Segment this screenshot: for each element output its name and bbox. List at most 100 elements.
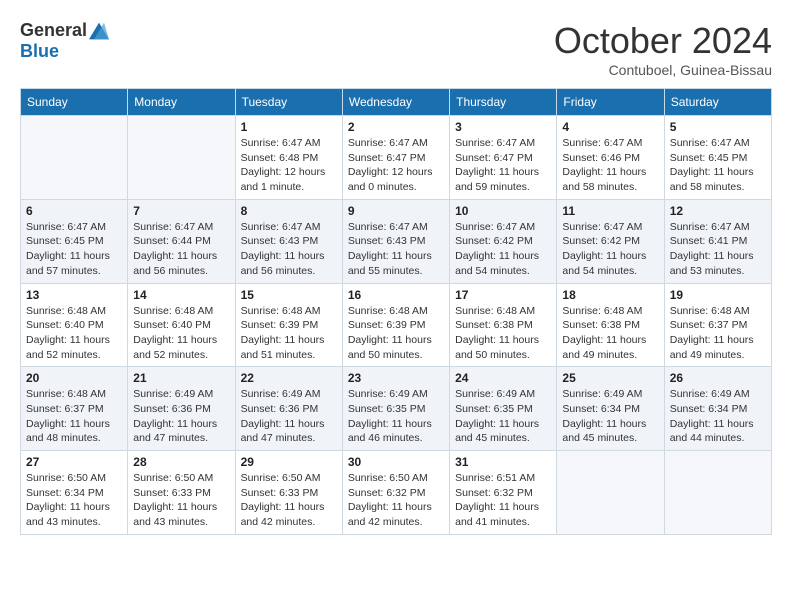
day-number: 10: [455, 204, 551, 218]
calendar-cell: 16Sunrise: 6:48 AM Sunset: 6:39 PM Dayli…: [342, 283, 449, 367]
day-number: 26: [670, 371, 766, 385]
calendar-cell: 19 Sunrise: 6:48 AM Sunset: 6:37 PM Dayli…: [664, 283, 771, 367]
day-info: Sunrise: 6:49 AM Sunset: 6:36 PM Dayligh…: [241, 387, 337, 446]
day-info: Sunrise: 6:51 AM Sunset: 6:32 PM Dayligh…: [455, 471, 551, 530]
day-number: 12: [670, 204, 766, 218]
day-number: 19: [670, 288, 766, 302]
calendar-cell: 27 Sunrise: 6:50 AM Sunset: 6:34 PM Dayli…: [21, 451, 128, 535]
day-info: Sunrise: 6:48 AM Sunset: 6:37 PM Dayligh…: [26, 387, 122, 446]
day-number: 3: [455, 120, 551, 134]
calendar-cell: 24 Sunrise: 6:49 AM Sunset: 6:35 PM Dayli…: [450, 367, 557, 451]
calendar-cell: 20 Sunrise: 6:48 AM Sunset: 6:37 PM Dayli…: [21, 367, 128, 451]
calendar-cell: [664, 451, 771, 535]
day-number: 25: [562, 371, 658, 385]
day-number: 1: [241, 120, 337, 134]
day-number: 17: [455, 288, 551, 302]
day-number: 23: [348, 371, 444, 385]
day-info: Sunrise: 6:49 AM Sunset: 6:34 PM Dayligh…: [562, 387, 658, 446]
day-info: Sunrise: 6:47 AM Sunset: 6:44 PM Dayligh…: [133, 220, 229, 279]
day-header-monday: Monday: [128, 89, 235, 116]
day-header-saturday: Saturday: [664, 89, 771, 116]
day-info: Sunrise: 6:48 AM Sunset: 6:40 PM Dayligh…: [26, 304, 122, 363]
day-info: Sunrise: 6:49 AM Sunset: 6:35 PM Dayligh…: [455, 387, 551, 446]
calendar-cell: 30 Sunrise: 6:50 AM Sunset: 6:32 PM Dayli…: [342, 451, 449, 535]
day-info: Sunrise: 6:50 AM Sunset: 6:34 PM Dayligh…: [26, 471, 122, 530]
calendar-cell: 21Sunrise: 6:49 AM Sunset: 6:36 PM Dayli…: [128, 367, 235, 451]
day-number: 9: [348, 204, 444, 218]
calendar-cell: 22 Sunrise: 6:49 AM Sunset: 6:36 PM Dayli…: [235, 367, 342, 451]
logo-icon: [89, 21, 109, 41]
day-number: 20: [26, 371, 122, 385]
day-info: Sunrise: 6:48 AM Sunset: 6:39 PM Dayligh…: [241, 304, 337, 363]
calendar-table: SundayMondayTuesdayWednesdayThursdayFrid…: [20, 88, 772, 535]
day-number: 13: [26, 288, 122, 302]
day-info: Sunrise: 6:48 AM Sunset: 6:38 PM Dayligh…: [562, 304, 658, 363]
day-number: 8: [241, 204, 337, 218]
day-info: Sunrise: 6:49 AM Sunset: 6:34 PM Dayligh…: [670, 387, 766, 446]
day-header-thursday: Thursday: [450, 89, 557, 116]
day-info: Sunrise: 6:48 AM Sunset: 6:38 PM Dayligh…: [455, 304, 551, 363]
logo-blue: Blue: [20, 41, 59, 62]
day-number: 11: [562, 204, 658, 218]
day-info: Sunrise: 6:48 AM Sunset: 6:37 PM Dayligh…: [670, 304, 766, 363]
day-info: Sunrise: 6:49 AM Sunset: 6:36 PM Dayligh…: [133, 387, 229, 446]
calendar-cell: 5Sunrise: 6:47 AM Sunset: 6:45 PM Daylig…: [664, 116, 771, 200]
day-number: 14: [133, 288, 229, 302]
calendar-cell: 3Sunrise: 6:47 AM Sunset: 6:47 PM Daylig…: [450, 116, 557, 200]
day-info: Sunrise: 6:47 AM Sunset: 6:43 PM Dayligh…: [241, 220, 337, 279]
location-subtitle: Contuboel, Guinea-Bissau: [554, 62, 772, 78]
day-info: Sunrise: 6:47 AM Sunset: 6:42 PM Dayligh…: [562, 220, 658, 279]
day-info: Sunrise: 6:47 AM Sunset: 6:46 PM Dayligh…: [562, 136, 658, 195]
day-info: Sunrise: 6:50 AM Sunset: 6:32 PM Dayligh…: [348, 471, 444, 530]
day-info: Sunrise: 6:50 AM Sunset: 6:33 PM Dayligh…: [241, 471, 337, 530]
calendar-cell: 23 Sunrise: 6:49 AM Sunset: 6:35 PM Dayli…: [342, 367, 449, 451]
calendar-cell: 1 Sunrise: 6:47 AM Sunset: 6:48 PM Daylig…: [235, 116, 342, 200]
day-number: 4: [562, 120, 658, 134]
calendar-cell: 31 Sunrise: 6:51 AM Sunset: 6:32 PM Dayli…: [450, 451, 557, 535]
calendar-cell: [557, 451, 664, 535]
calendar-cell: 25 Sunrise: 6:49 AM Sunset: 6:34 PM Dayli…: [557, 367, 664, 451]
day-number: 31: [455, 455, 551, 469]
calendar-week-row: 20 Sunrise: 6:48 AM Sunset: 6:37 PM Dayli…: [21, 367, 772, 451]
calendar-cell: 7Sunrise: 6:47 AM Sunset: 6:44 PM Daylig…: [128, 199, 235, 283]
day-header-friday: Friday: [557, 89, 664, 116]
day-number: 30: [348, 455, 444, 469]
calendar-cell: 15 Sunrise: 6:48 AM Sunset: 6:39 PM Dayli…: [235, 283, 342, 367]
day-info: Sunrise: 6:48 AM Sunset: 6:40 PM Dayligh…: [133, 304, 229, 363]
day-info: Sunrise: 6:49 AM Sunset: 6:35 PM Dayligh…: [348, 387, 444, 446]
calendar-cell: 28Sunrise: 6:50 AM Sunset: 6:33 PM Dayli…: [128, 451, 235, 535]
calendar-cell: 11 Sunrise: 6:47 AM Sunset: 6:42 PM Dayli…: [557, 199, 664, 283]
day-info: Sunrise: 6:47 AM Sunset: 6:41 PM Dayligh…: [670, 220, 766, 279]
day-header-wednesday: Wednesday: [342, 89, 449, 116]
day-number: 6: [26, 204, 122, 218]
calendar-week-row: 6 Sunrise: 6:47 AM Sunset: 6:45 PM Daylig…: [21, 199, 772, 283]
calendar-cell: 2Sunrise: 6:47 AM Sunset: 6:47 PM Daylig…: [342, 116, 449, 200]
day-info: Sunrise: 6:47 AM Sunset: 6:45 PM Dayligh…: [670, 136, 766, 195]
calendar-cell: 26 Sunrise: 6:49 AM Sunset: 6:34 PM Dayli…: [664, 367, 771, 451]
page-header: General Blue October 2024 Contuboel, Gui…: [20, 20, 772, 78]
day-info: Sunrise: 6:47 AM Sunset: 6:42 PM Dayligh…: [455, 220, 551, 279]
calendar-cell: 13 Sunrise: 6:48 AM Sunset: 6:40 PM Dayli…: [21, 283, 128, 367]
day-number: 22: [241, 371, 337, 385]
calendar-cell: [21, 116, 128, 200]
calendar-cell: 4 Sunrise: 6:47 AM Sunset: 6:46 PM Daylig…: [557, 116, 664, 200]
calendar-cell: 8 Sunrise: 6:47 AM Sunset: 6:43 PM Daylig…: [235, 199, 342, 283]
day-info: Sunrise: 6:47 AM Sunset: 6:48 PM Dayligh…: [241, 136, 337, 195]
calendar-cell: 12 Sunrise: 6:47 AM Sunset: 6:41 PM Dayli…: [664, 199, 771, 283]
title-block: October 2024 Contuboel, Guinea-Bissau: [554, 20, 772, 78]
calendar-week-row: 13 Sunrise: 6:48 AM Sunset: 6:40 PM Dayli…: [21, 283, 772, 367]
day-number: 18: [562, 288, 658, 302]
day-number: 24: [455, 371, 551, 385]
logo-general: General: [20, 20, 87, 41]
calendar-cell: 29 Sunrise: 6:50 AM Sunset: 6:33 PM Dayli…: [235, 451, 342, 535]
day-header-tuesday: Tuesday: [235, 89, 342, 116]
day-number: 27: [26, 455, 122, 469]
calendar-cell: [128, 116, 235, 200]
day-info: Sunrise: 6:47 AM Sunset: 6:45 PM Dayligh…: [26, 220, 122, 279]
calendar-cell: 6 Sunrise: 6:47 AM Sunset: 6:45 PM Daylig…: [21, 199, 128, 283]
day-number: 15: [241, 288, 337, 302]
calendar-cell: 14 Sunrise: 6:48 AM Sunset: 6:40 PM Dayli…: [128, 283, 235, 367]
calendar-cell: 18 Sunrise: 6:48 AM Sunset: 6:38 PM Dayli…: [557, 283, 664, 367]
day-number: 29: [241, 455, 337, 469]
day-info: Sunrise: 6:50 AM Sunset: 6:33 PM Dayligh…: [133, 471, 229, 530]
